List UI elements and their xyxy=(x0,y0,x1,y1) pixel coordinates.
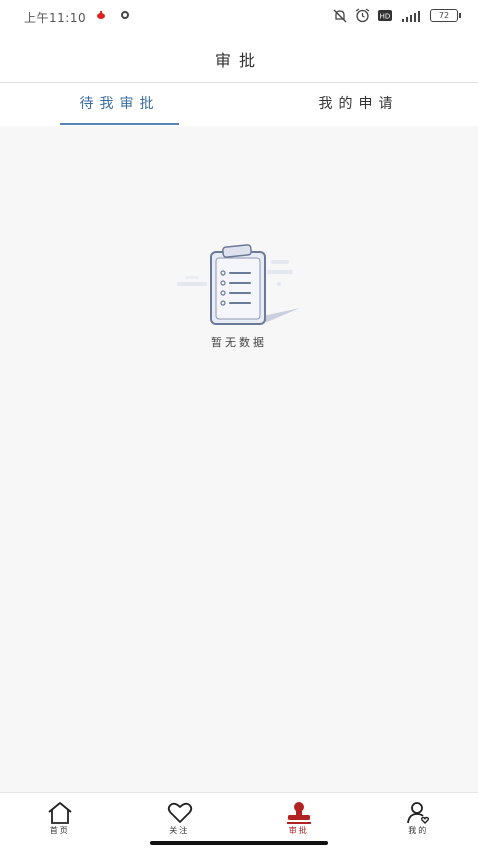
tabbar-label-approval: 审批 xyxy=(239,825,359,836)
stamp-icon xyxy=(286,801,312,825)
alarm-icon xyxy=(355,8,370,23)
tabbar-label-follow: 关注 xyxy=(120,825,240,836)
empty-state: 暂无数据 xyxy=(0,240,478,360)
battery-indicator: 72 xyxy=(430,9,458,22)
page-title: 审批 xyxy=(0,47,478,71)
mute-bell-icon xyxy=(333,9,347,23)
app-notification-icon xyxy=(96,11,106,19)
tabbar-item-mine[interactable]: 我的 xyxy=(359,793,478,839)
heart-icon xyxy=(167,801,193,825)
home-indicator[interactable] xyxy=(150,841,328,845)
tab-my-applications[interactable]: 我的申请 xyxy=(239,83,478,126)
tabbar-item-approval[interactable]: 审批 xyxy=(239,793,359,839)
tab-pending-approval[interactable]: 待我审批 xyxy=(0,83,239,126)
active-tab-indicator xyxy=(60,123,179,125)
status-left-icons xyxy=(96,10,130,20)
status-time: 上午11:10 xyxy=(24,9,86,26)
signal-icon xyxy=(400,10,422,22)
tabbar-item-follow[interactable]: 关注 xyxy=(120,793,240,839)
tabbar-label-home: 首页 xyxy=(0,825,120,836)
tab-bar: 待我审批 我的申请 xyxy=(0,83,478,126)
status-bar: 上午11:10 HD 72 xyxy=(0,0,478,34)
tabbar-label-mine: 我的 xyxy=(359,825,478,836)
hd-icon: HD xyxy=(378,10,392,21)
svg-text:HD: HD xyxy=(380,13,391,21)
clipboard-illustration xyxy=(175,240,305,330)
tabbar-item-home[interactable]: 首页 xyxy=(0,793,120,839)
status-dot-icon xyxy=(120,10,130,20)
home-icon xyxy=(47,801,73,825)
status-right-icons: HD 72 xyxy=(333,8,458,23)
header: 审批 xyxy=(0,34,478,83)
user-icon xyxy=(406,801,432,825)
empty-message: 暂无数据 xyxy=(0,334,478,350)
